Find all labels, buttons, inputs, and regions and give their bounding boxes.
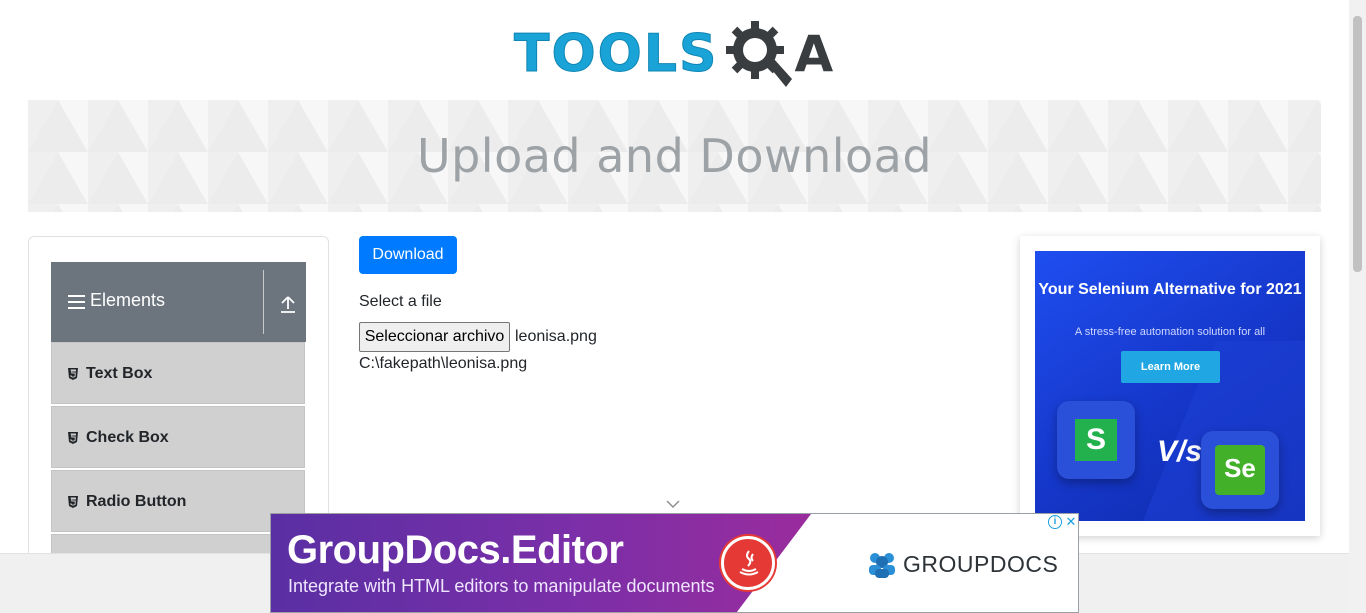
toolsqa-logo[interactable]: TOOLS A: [513, 14, 840, 94]
choose-file-button[interactable]: Seleccionar archivo: [359, 322, 510, 352]
scrollbar-thumb[interactable]: [1353, 16, 1362, 272]
html5-icon: [68, 496, 78, 508]
groupdocs-logo: GROUPDOCS: [867, 550, 1058, 578]
logo-letter: S: [1085, 423, 1106, 456]
html5-icon: [68, 432, 78, 444]
ad-subtitle: Integrate with HTML editors to manipulat…: [288, 576, 715, 596]
page-banner: Upload and Download: [28, 100, 1321, 212]
hamburger-icon: [68, 295, 85, 313]
ad-subtitle: A stress-free automation solution for al…: [1074, 326, 1266, 338]
java-icon: [721, 536, 775, 590]
product-logo: S: [1057, 401, 1135, 479]
sidebar-item-check-box[interactable]: Check Box: [51, 406, 305, 468]
ad-title: Your Selenium Alternative for 2021: [1038, 281, 1302, 298]
logo-a-letter: A: [794, 25, 834, 83]
groupdocs-brand: GROUPDOCS: [903, 550, 1059, 577]
info-icon[interactable]: i: [1048, 515, 1062, 529]
sidebar-item-text-box[interactable]: Text Box: [51, 342, 305, 404]
sidebar-group-label: Elements: [90, 290, 166, 310]
versus-text: V/s: [1157, 435, 1203, 468]
gear-magnifier-icon: [726, 21, 793, 87]
download-button[interactable]: Download: [359, 236, 457, 274]
sidebar-group-elements[interactable]: Elements: [51, 262, 306, 342]
page-title: Upload and Download: [416, 129, 933, 183]
uploaded-file-path: C:\fakepath\leonisa.png: [359, 355, 528, 372]
sidebar-item-label: Check Box: [86, 429, 169, 446]
page: TOOLS A Upload and Download Elements Tex…: [0, 0, 1366, 613]
people-icon: [869, 553, 895, 578]
side-ad[interactable]: Your Selenium Alternative for 2021 A str…: [1020, 236, 1320, 536]
selenium-text: Se: [1224, 453, 1256, 483]
sidebar-item-label: Radio Button: [86, 493, 187, 510]
select-file-label: Select a file: [359, 293, 442, 310]
sidebar-item-radio-button[interactable]: Radio Button: [51, 470, 305, 532]
divider: [263, 270, 264, 334]
collapse-icon[interactable]: [279, 294, 297, 314]
side-ad-creative[interactable]: Your Selenium Alternative for 2021 A str…: [1035, 251, 1305, 521]
html5-icon: [68, 368, 78, 380]
selected-file-name: leonisa.png: [515, 328, 597, 345]
logo-tools-text: TOOLS: [513, 24, 719, 84]
bottom-ad[interactable]: GroupDocs.Editor Integrate with HTML edi…: [270, 513, 1079, 613]
vertical-scrollbar[interactable]: [1349, 0, 1366, 613]
close-icon[interactable]: ✕: [1064, 515, 1078, 529]
chevron-down-icon[interactable]: [666, 499, 680, 509]
ad-title: GroupDocs.Editor: [287, 528, 624, 572]
sidebar-item-label: Text Box: [86, 365, 153, 382]
learn-more-button[interactable]: Learn More: [1121, 351, 1220, 383]
selenium-logo: Se: [1201, 431, 1279, 509]
adchoices[interactable]: i ✕: [1046, 514, 1078, 530]
